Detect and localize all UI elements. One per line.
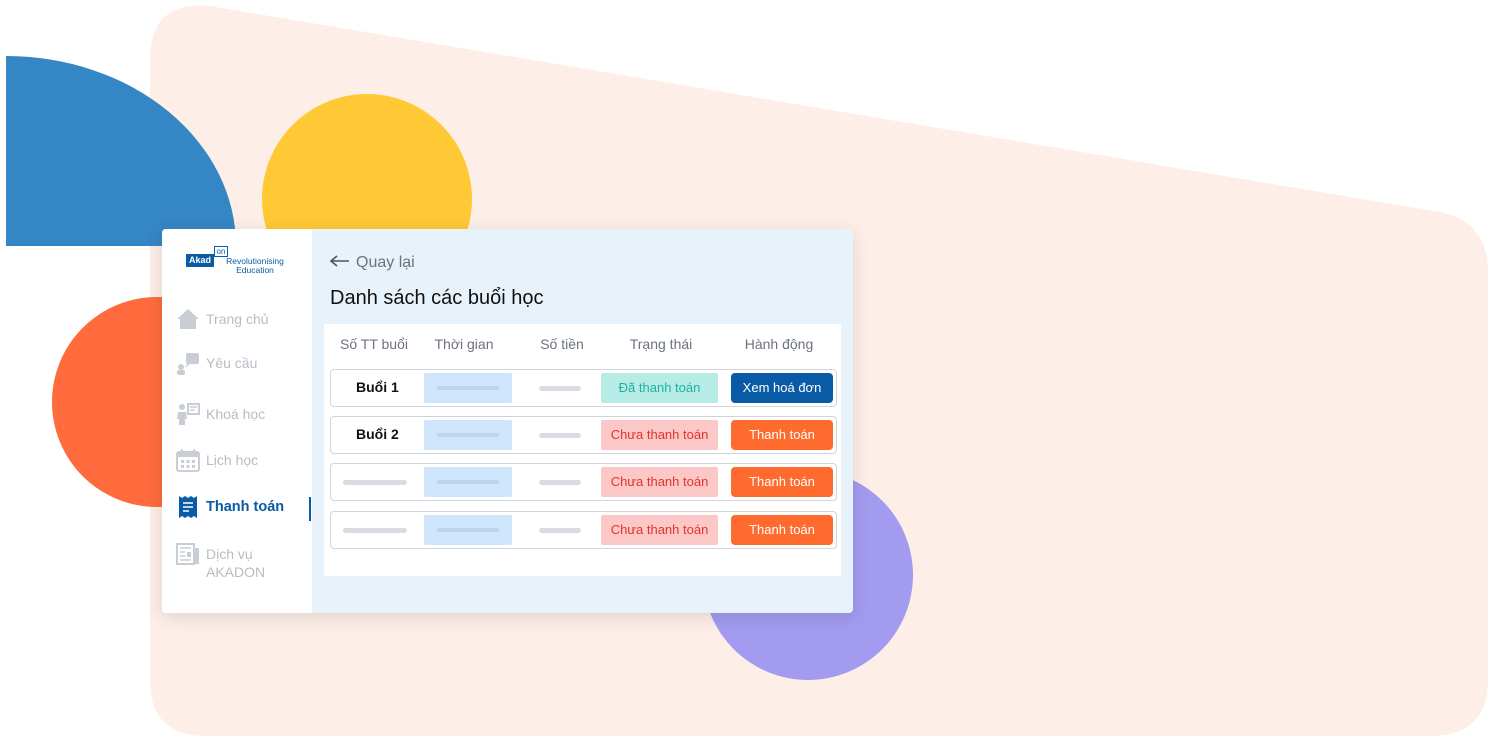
back-label: Quay lại xyxy=(356,254,415,271)
receipt-icon xyxy=(176,495,200,519)
session-label: Buổi 2 xyxy=(356,426,399,442)
column-header-status: Trạng thái xyxy=(629,336,693,352)
app-window: Akad on Revolutionising Education Trang … xyxy=(162,229,853,613)
amount-placeholder xyxy=(539,386,581,391)
column-header-amount: Số tiền xyxy=(540,336,584,352)
page-title: Danh sách các buổi học xyxy=(330,287,544,309)
session-placeholder xyxy=(343,528,407,533)
sidebar-item-schedule[interactable]: Lịch học xyxy=(176,448,258,472)
sidebar: Akad on Revolutionising Education Trang … xyxy=(162,229,312,613)
amount-placeholder xyxy=(539,433,581,438)
sidebar-item-label: Khoá học xyxy=(206,406,266,422)
status-badge: Chưa thanh toán xyxy=(601,515,718,545)
view-invoice-button[interactable]: Xem hoá đơn xyxy=(731,373,833,403)
sessions-table: Số TT buổi Thời gian Số tiền Trạng thái … xyxy=(324,324,841,576)
calendar-icon xyxy=(176,448,200,472)
logo-box-text: Akad xyxy=(186,254,214,267)
newspaper-icon xyxy=(176,542,200,566)
table-row: Chưa thanh toán Thanh toán xyxy=(330,463,837,501)
status-badge: Chưa thanh toán xyxy=(601,467,718,497)
sidebar-item-label: Yêu cầu xyxy=(206,355,258,371)
sidebar-item-courses[interactable]: Khoá học xyxy=(176,402,265,426)
course-icon xyxy=(176,402,200,426)
pay-button[interactable]: Thanh toán xyxy=(731,420,833,450)
table-row: Buổi 1 Đã thanh toán Xem hoá đơn xyxy=(330,369,837,407)
arrow-left-icon xyxy=(329,254,350,272)
sidebar-item-label: Thanh toán xyxy=(206,499,285,515)
amount-placeholder xyxy=(539,480,581,485)
status-badge: Đã thanh toán xyxy=(601,373,718,403)
time-placeholder xyxy=(424,420,512,450)
home-icon xyxy=(176,307,200,331)
sidebar-item-label: Trang chủ xyxy=(206,311,269,327)
time-placeholder xyxy=(424,467,512,497)
active-indicator xyxy=(309,497,311,521)
sidebar-item-requests[interactable]: Yêu cầu xyxy=(176,351,257,375)
pay-button[interactable]: Thanh toán xyxy=(731,515,833,545)
logo-subtitle-line2: Education xyxy=(236,265,274,275)
logo-subtitle: Revolutionising Education xyxy=(215,257,295,275)
time-placeholder xyxy=(424,515,512,545)
table-row: Chưa thanh toán Thanh toán xyxy=(330,511,837,549)
session-placeholder xyxy=(343,480,407,485)
blue-half-circle xyxy=(6,56,236,246)
pay-button[interactable]: Thanh toán xyxy=(731,467,833,497)
services-label-line1: Dịch vụ xyxy=(206,546,253,562)
table-row: Buổi 2 Chưa thanh toán Thanh toán xyxy=(330,416,837,454)
sidebar-item-payment[interactable]: Thanh toán xyxy=(176,495,284,519)
sidebar-item-label: Dịch vụ AKADON xyxy=(206,542,265,581)
column-header-time: Thời gian xyxy=(434,336,494,352)
back-link[interactable]: Quay lại xyxy=(329,254,415,272)
column-header-session: Số TT buổi xyxy=(340,336,408,352)
sidebar-item-home[interactable]: Trang chủ xyxy=(176,307,269,331)
time-placeholder xyxy=(424,373,512,403)
status-badge: Chưa thanh toán xyxy=(601,420,718,450)
column-header-action: Hành động xyxy=(744,336,814,352)
sidebar-item-services[interactable]: Dịch vụ AKADON xyxy=(176,542,265,581)
amount-placeholder xyxy=(539,528,581,533)
session-label: Buổi 1 xyxy=(356,379,399,395)
sidebar-item-label: Lịch học xyxy=(206,452,259,468)
akadon-logo[interactable]: Akad on Revolutionising Education xyxy=(186,246,296,282)
services-label-line2: AKADON xyxy=(206,564,266,580)
request-icon xyxy=(176,351,200,375)
